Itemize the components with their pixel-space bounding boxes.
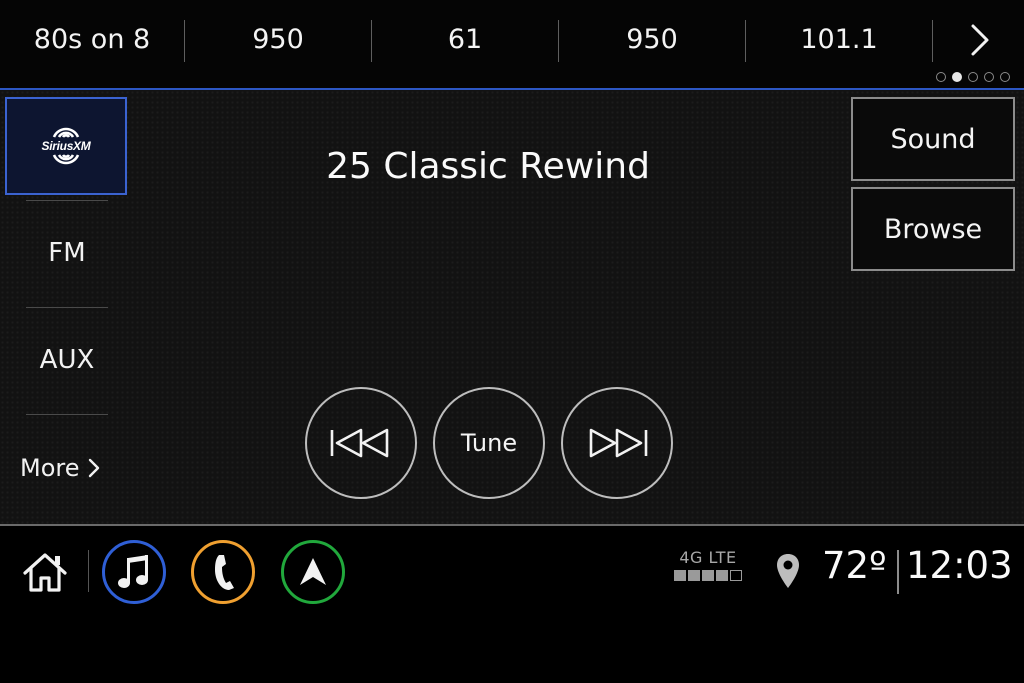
- bottom-divider: [88, 550, 89, 592]
- signal-bar: [688, 570, 700, 581]
- preset-button[interactable]: 950: [185, 14, 371, 66]
- preset-divider: [932, 20, 933, 62]
- more-label: More: [20, 454, 80, 482]
- siriusxm-waves-top-icon: [52, 127, 80, 138]
- station-name: 25 Classic Rewind: [326, 146, 650, 187]
- network-label: 4G LTE: [679, 548, 737, 567]
- preset-page-indicator: [936, 72, 1010, 82]
- source-fm-button[interactable]: FM: [0, 238, 134, 268]
- preset-button[interactable]: 80s on 8: [0, 14, 184, 66]
- audio-main-panel: SiriusXM FM AUX More 25 Classic Rewind S…: [0, 90, 1024, 524]
- tune-button[interactable]: Tune: [433, 387, 545, 499]
- preset-button[interactable]: 101.1: [746, 14, 932, 66]
- seek-forward-icon: [589, 428, 648, 458]
- chevron-right-icon: [971, 24, 989, 56]
- browse-button[interactable]: Browse: [851, 187, 1015, 271]
- phone-icon: [215, 555, 234, 590]
- source-divider: [26, 307, 108, 308]
- more-sources-button[interactable]: More: [20, 454, 100, 482]
- page-dot: [984, 72, 994, 82]
- location-pin-icon: [777, 554, 799, 588]
- siriusxm-logo-text: SiriusXM: [41, 139, 91, 153]
- seek-forward-button[interactable]: [561, 387, 673, 499]
- source-aux-button[interactable]: AUX: [0, 345, 134, 375]
- signal-bar-empty: [730, 570, 742, 581]
- seek-back-icon: [330, 428, 389, 458]
- page-dot: [936, 72, 946, 82]
- signal-bar: [716, 570, 728, 581]
- signal-bar: [702, 570, 714, 581]
- source-siriusxm-button[interactable]: SiriusXM: [5, 97, 127, 195]
- source-list: SiriusXM FM AUX More: [0, 90, 134, 524]
- audio-app-button[interactable]: [102, 540, 166, 604]
- clock: 12:03: [906, 544, 1013, 587]
- preset-button[interactable]: 61: [372, 14, 558, 66]
- presets-bar: 80s on 8 950 61 950 101.1: [0, 0, 1024, 88]
- signal-strength-icon: [668, 570, 748, 581]
- siriusxm-waves-bottom-icon: [52, 154, 80, 165]
- outside-temperature: 72º: [822, 544, 887, 587]
- phone-app-button[interactable]: [191, 540, 255, 604]
- source-divider: [26, 200, 108, 201]
- home-button[interactable]: [20, 548, 70, 596]
- preset-button[interactable]: 950: [559, 14, 745, 66]
- navigation-arrow-icon: [300, 558, 326, 585]
- page-dot: [1000, 72, 1010, 82]
- music-note-icon: [118, 555, 148, 588]
- bottom-bar: 4G LTE 72º 12:03: [0, 526, 1024, 683]
- signal-bar: [674, 570, 686, 581]
- page-dot-active: [952, 72, 962, 82]
- tune-label: Tune: [460, 429, 518, 457]
- network-status: 4G LTE: [668, 548, 748, 581]
- status-divider: [897, 550, 899, 594]
- navigation-app-button[interactable]: [281, 540, 345, 604]
- chevron-right-icon: [88, 458, 99, 478]
- seek-back-button[interactable]: [305, 387, 417, 499]
- now-playing: 25 Classic Rewind: [0, 146, 976, 187]
- siriusxm-logo: SiriusXM: [42, 122, 91, 170]
- source-divider: [26, 414, 108, 415]
- home-icon: [23, 553, 67, 592]
- presets-next-button[interactable]: [960, 14, 1000, 66]
- sound-button[interactable]: Sound: [851, 97, 1015, 181]
- page-dot: [968, 72, 978, 82]
